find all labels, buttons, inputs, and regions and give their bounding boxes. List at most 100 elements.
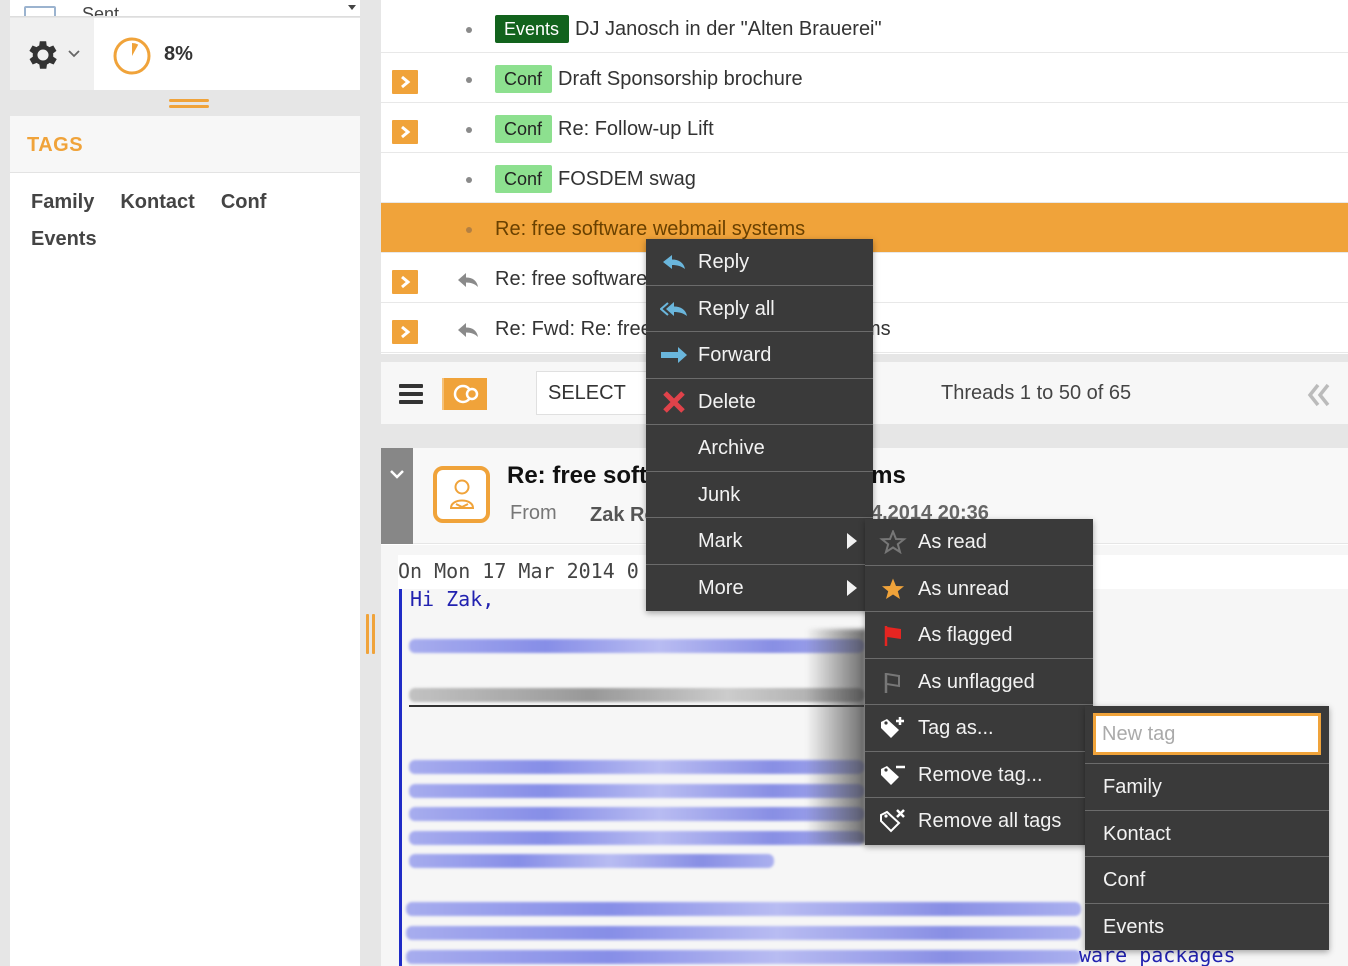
folder-sent[interactable]: Sent (10, 0, 360, 17)
menu-item-reply[interactable]: Reply (646, 239, 873, 286)
tag-option-conf[interactable]: Conf (1085, 857, 1329, 904)
sidebar-tag-kontact[interactable]: Kontact (107, 187, 207, 224)
message-row[interactable]: Conf Re: Follow-up Lift (381, 103, 1348, 153)
unread-dot-icon[interactable] (466, 27, 472, 33)
tag-option-family[interactable]: Family (1085, 764, 1329, 811)
message-subject: DJ Janosch in der "Alten Brauerei" (575, 18, 882, 40)
tag-option-kontact[interactable]: Kontact (1085, 811, 1329, 857)
blurred-text-line (409, 807, 864, 821)
replied-icon (458, 323, 478, 337)
sidebar-tag-conf[interactable]: Conf (208, 187, 280, 224)
tag-add-icon (881, 717, 904, 738)
unread-dot-icon[interactable] (466, 127, 472, 133)
quote-bar (399, 589, 402, 966)
select-button[interactable]: SELECT (536, 371, 656, 415)
collapse-double-chevron-icon[interactable] (1306, 382, 1332, 408)
greeting-text: Hi Zak, (410, 587, 495, 611)
tag-badge: Conf (495, 115, 553, 143)
sidebar: Sent 8% TAGS Family Kontact Conf Events (0, 0, 375, 966)
message-row[interactable]: Conf Draft Sponsorship brochure (381, 53, 1348, 103)
quota-bar: 8% (10, 18, 360, 90)
menu-item-forward[interactable]: Forward (646, 332, 873, 379)
expand-thread-icon[interactable] (392, 270, 418, 294)
message-subject: Re: Follow-up Lift (558, 118, 714, 140)
mark-as-flagged[interactable]: As flagged (865, 612, 1093, 659)
new-tag-input[interactable] (1093, 713, 1321, 755)
sidebar-tag-events[interactable]: Events (18, 224, 110, 261)
forward-icon (661, 347, 687, 363)
mark-as-unflagged[interactable]: As unflagged (865, 659, 1093, 705)
sender-avatar[interactable] (433, 466, 490, 523)
settings-button[interactable] (10, 18, 94, 90)
star-outline-icon (879, 530, 907, 554)
flag-red-icon (884, 626, 901, 646)
new-tag-row (1085, 706, 1329, 764)
collapse-header-button[interactable] (381, 448, 413, 544)
menu-item-label: Reply (698, 251, 750, 273)
unread-dot-icon[interactable] (466, 77, 472, 83)
expand-thread-icon[interactable] (392, 120, 418, 144)
tag-badge: Conf (495, 165, 553, 193)
menu-item-junk[interactable]: Junk (646, 472, 873, 518)
list-menu-button[interactable] (399, 384, 423, 404)
remove-tag[interactable]: Remove tag... (865, 752, 1093, 798)
chevron-down-icon (390, 470, 404, 479)
thread-count: Threads 1 to 50 of 65 (941, 382, 1132, 404)
menu-item-label: Junk (698, 483, 741, 506)
tag-badge: Events (495, 15, 570, 43)
menu-item-label: Delete (698, 390, 756, 413)
tags-header: TAGS (10, 116, 360, 173)
tag-option-events[interactable]: Events (1085, 904, 1329, 951)
menu-item-label: As unflagged (918, 670, 1035, 693)
message-row[interactable]: Conf FOSDEM swag (381, 153, 1348, 203)
unread-dot-icon[interactable] (466, 177, 472, 183)
menu-item-more[interactable]: More (646, 565, 873, 612)
submenu-arrow-icon (847, 579, 857, 596)
message-subject: Draft Sponsorship brochure (558, 68, 803, 90)
unread-dot-icon[interactable] (466, 227, 472, 233)
menu-item-label: As unread (918, 577, 1010, 600)
expand-thread-icon[interactable] (392, 70, 418, 94)
tags-list: Family Kontact Conf Events (10, 173, 310, 261)
sidebar-tag-family[interactable]: Family (18, 187, 107, 224)
remove-all-tags[interactable]: Remove all tags (865, 798, 1093, 845)
tag-remove-all-icon (880, 809, 905, 833)
divider (409, 705, 864, 707)
sidebar-splitter[interactable] (169, 99, 209, 109)
threads-icon (453, 384, 479, 404)
menu-item-reply-all[interactable]: Reply all (646, 286, 873, 332)
menu-item-label: Reply all (698, 297, 775, 320)
quota-pie-icon (113, 37, 151, 75)
expand-thread-icon[interactable] (392, 320, 418, 344)
blurred-text-line (406, 902, 1081, 916)
tag-remove-icon (881, 765, 905, 785)
blurred-text-line (409, 639, 864, 653)
mark-submenu: As read As unread As flagged As unflagge… (865, 519, 1093, 845)
menu-item-mark[interactable]: Mark (646, 518, 873, 565)
threads-toggle-button[interactable] (442, 378, 487, 410)
menu-item-label: As read (918, 531, 987, 553)
menu-item-delete[interactable]: Delete (646, 379, 873, 425)
menu-item-archive[interactable]: Archive (646, 425, 873, 472)
mark-as-unread[interactable]: As unread (865, 566, 1093, 612)
menu-item-label: Remove all tags (918, 810, 1062, 832)
blurred-text-line (406, 950, 1081, 964)
menu-item-label: As flagged (918, 624, 1013, 646)
menu-item-label: Remove tag... (918, 763, 1043, 786)
context-menu: Reply Reply all Forward Delete Archive J… (646, 239, 873, 611)
folder-icon (24, 6, 56, 16)
delete-icon (663, 390, 685, 413)
chevron-down-icon (68, 50, 80, 58)
replied-icon (458, 273, 478, 287)
mark-as-read[interactable]: As read (865, 519, 1093, 566)
quota-percent: 8% (164, 43, 193, 65)
tag-as[interactable]: Tag as... (865, 705, 1093, 752)
message-row[interactable]: Events DJ Janosch in der "Alten Brauerei… (381, 3, 1348, 53)
tag-badge: Conf (495, 65, 553, 93)
menu-item-label: Archive (698, 437, 765, 459)
hamburger-icon (399, 384, 423, 388)
pane-splitter[interactable] (365, 614, 377, 656)
folder-caret-icon[interactable] (348, 5, 356, 10)
blurred-text-line (409, 784, 864, 798)
star-filled-icon (882, 578, 904, 599)
